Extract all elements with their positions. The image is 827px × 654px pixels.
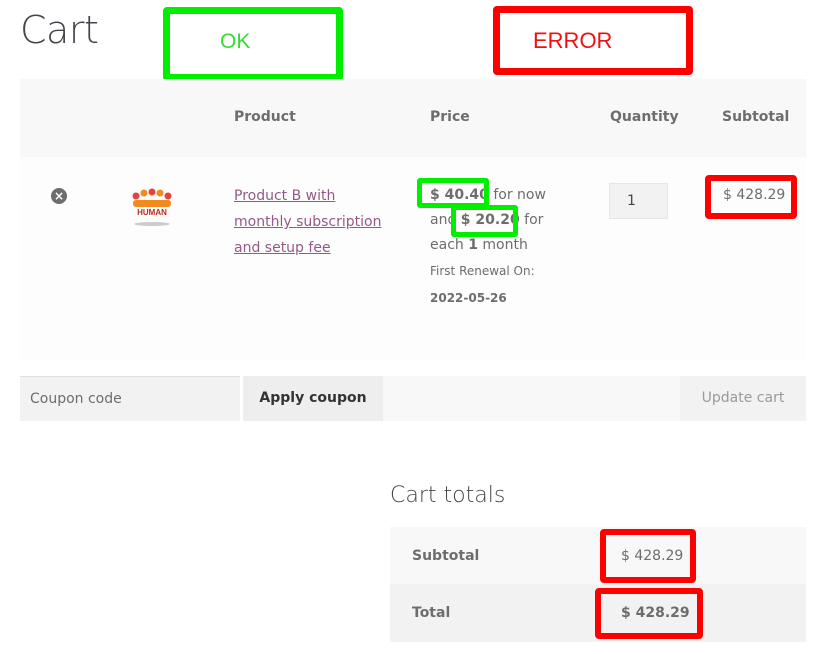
coupon-code-input[interactable]: Coupon code <box>20 376 240 421</box>
totals-total-label: Total <box>412 605 451 621</box>
page-title: Cart <box>20 8 99 52</box>
renewal-label: First Renewal On: <box>430 264 535 278</box>
period-unit: month <box>477 237 528 253</box>
totals-subtotal-highlight-box <box>600 529 696 583</box>
price-text: for <box>519 212 544 228</box>
totals-total-highlight-box <box>595 588 703 639</box>
ok-annotation-box: OK <box>163 7 343 81</box>
header-price: Price <box>430 109 470 125</box>
ok-annotation-label: OK <box>220 30 251 53</box>
header-product: Product <box>234 109 296 125</box>
cart-totals-title: Cart totals <box>390 483 506 508</box>
error-annotation-label: ERROR <box>533 28 613 53</box>
header-subtotal: Subtotal <box>722 109 790 125</box>
error-annotation-box: ERROR <box>493 6 693 75</box>
thumbnail-brand-text: HUMAN <box>137 208 167 217</box>
header-quantity: Quantity <box>610 109 679 125</box>
totals-subtotal-row: Subtotal $ 428.29 <box>390 527 806 584</box>
close-circle-icon[interactable]: × <box>51 188 67 204</box>
update-cart-button[interactable]: Update cart <box>680 376 806 421</box>
product-thumbnail[interactable]: HUMAN <box>122 184 182 228</box>
cart-item-row: × HUMAN Product B with monthly subscript… <box>20 157 806 359</box>
quantity-input[interactable]: 1 <box>609 183 668 219</box>
cart-table-header: Product Price Quantity Subtotal <box>20 79 806 157</box>
totals-subtotal-label: Subtotal <box>412 548 480 564</box>
price-highlight-box <box>417 178 489 208</box>
price-text: each <box>430 237 469 253</box>
product-name-link[interactable]: Product B with monthly subscription and … <box>234 183 394 261</box>
apply-coupon-button[interactable]: Apply coupon <box>243 376 383 421</box>
period-count: 1 <box>468 237 478 253</box>
actions-spacer <box>383 376 680 421</box>
price-text: for now <box>488 187 546 203</box>
row-subtotal-highlight-box <box>705 175 797 219</box>
recurring-highlight-box <box>451 205 518 237</box>
renewal-date: 2022-05-26 <box>430 291 507 305</box>
